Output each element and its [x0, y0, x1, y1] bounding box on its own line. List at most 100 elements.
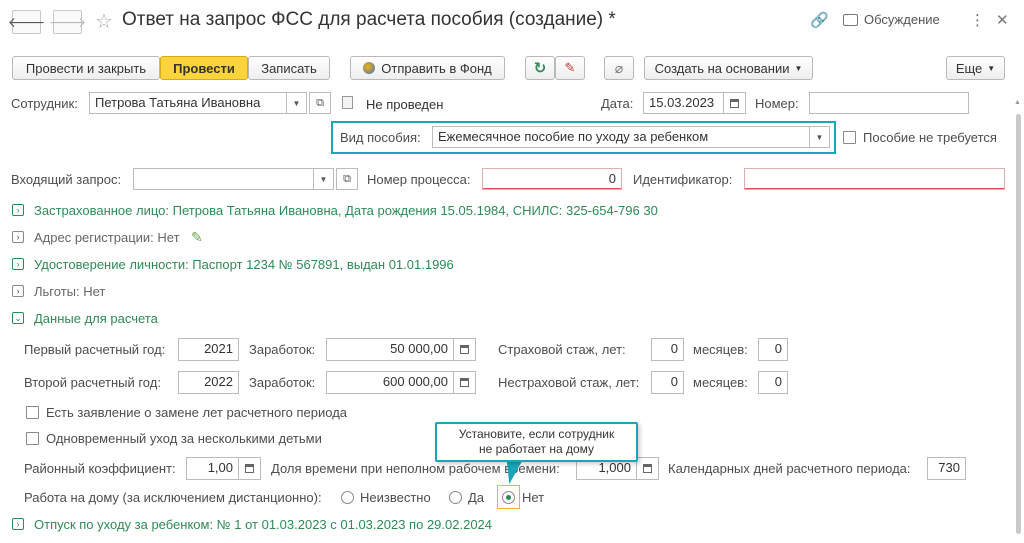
calculator-icon[interactable]	[637, 457, 659, 480]
benefit-type-label: Вид пособия:	[340, 130, 421, 145]
clear-icon: ✎	[564, 60, 576, 75]
collapse-icon[interactable]: ⌄	[12, 312, 24, 324]
calendar-days-label: Календарных дней расчетного периода:	[668, 461, 911, 476]
insured-person-link[interactable]: Застрахованное лицо: Петрова Татьяна Ива…	[34, 203, 658, 219]
attach-button[interactable]: ⌀	[604, 56, 634, 80]
first-year-field[interactable]: 2021	[178, 338, 239, 361]
identifier-field[interactable]	[744, 168, 1005, 190]
employee-open-button[interactable]: ⧉	[309, 92, 331, 114]
regional-coefficient-field[interactable]: 1,00	[186, 457, 239, 480]
calculator-icon[interactable]	[454, 338, 476, 361]
home-work-no-label: Нет	[522, 490, 545, 505]
noninsurance-months-field[interactable]: 0	[758, 371, 788, 394]
home-work-label: Работа на дому (за исключением дистанцио…	[24, 490, 322, 505]
save-button[interactable]: Записать	[248, 56, 330, 80]
identity-document-link[interactable]: Удостоверение личности: Паспорт 1234 № 5…	[34, 257, 454, 273]
back-button[interactable]: 🡐	[8, 10, 45, 34]
number-field[interactable]	[809, 92, 969, 114]
forward-button[interactable]: 🡒	[49, 10, 86, 34]
multiple-children-label: Одновременный уход за несколькими детьми	[46, 431, 322, 446]
refresh-icon: ↻	[533, 60, 547, 77]
insurance-experience-label: Страховой стаж, лет:	[498, 342, 626, 357]
parental-leave-link[interactable]: Отпуск по уходу за ребенком: № 1 от 01.0…	[34, 517, 492, 533]
first-earnings-field[interactable]: 50 000,00	[326, 338, 454, 361]
benefits-link[interactable]: Льготы: Нет	[34, 284, 105, 300]
employee-dropdown-icon[interactable]: ▼	[287, 92, 307, 114]
tooltip-line-1: Установите, если сотрудник	[458, 427, 615, 441]
expand-icon[interactable]: ›	[12, 204, 24, 216]
chat-icon	[843, 13, 858, 26]
send-to-fund-button[interactable]: Отправить в Фонд	[350, 56, 505, 80]
expand-icon[interactable]: ›	[12, 258, 24, 270]
home-work-unknown-label: Неизвестно	[360, 490, 431, 505]
employee-label: Сотрудник:	[11, 96, 78, 111]
benefit-not-required-label: Пособие не требуется	[863, 130, 997, 145]
vertical-scrollbar[interactable]	[1016, 114, 1021, 534]
home-work-yes-label: Да	[468, 490, 485, 505]
more-vertical-icon[interactable]: ⋮	[970, 11, 985, 29]
calendar-icon[interactable]	[724, 92, 746, 114]
discussion-label: Обсуждение	[864, 12, 940, 27]
number-label: Номер:	[755, 96, 799, 111]
earnings-label: Заработок:	[249, 342, 316, 357]
home-work-no-radio[interactable]	[502, 491, 515, 504]
process-number-field[interactable]: 0	[482, 168, 622, 190]
scroll-up-icon[interactable]: ▲	[1014, 99, 1021, 106]
home-work-unknown-radio[interactable]	[341, 491, 354, 504]
create-based-on-label: Создать на основании	[654, 60, 790, 76]
fund-icon	[363, 62, 376, 74]
months-label: месяцев:	[693, 342, 748, 357]
benefit-not-required-checkbox[interactable]	[843, 131, 856, 144]
multiple-children-checkbox[interactable]	[26, 432, 39, 445]
favorite-star-icon[interactable]: ☆	[95, 9, 113, 34]
second-year-field[interactable]: 2022	[178, 371, 239, 394]
paperclip-icon: ⌀	[614, 59, 624, 76]
incoming-request-open-button[interactable]: ⧉	[336, 168, 358, 190]
calc-data-link[interactable]: Данные для расчета	[34, 311, 158, 327]
refresh-button[interactable]: ↻	[525, 56, 555, 80]
post-and-close-button[interactable]: Провести и закрыть	[12, 56, 160, 80]
date-label: Дата:	[601, 96, 634, 111]
tooltip: Установите, если сотрудник не работает н…	[435, 422, 638, 462]
insurance-months-field[interactable]: 0	[758, 338, 788, 361]
replace-years-checkbox[interactable]	[26, 406, 39, 419]
identifier-label: Идентификатор:	[633, 172, 733, 187]
second-earnings-field[interactable]: 600 000,00	[326, 371, 454, 394]
open-icon: ⧉	[316, 96, 324, 109]
calendar-days-field[interactable]: 730	[927, 457, 966, 480]
expand-icon[interactable]: ›	[12, 231, 24, 243]
discussion-button[interactable]: Обсуждение	[843, 12, 940, 27]
employee-field[interactable]: Петрова Татьяна Ивановна	[89, 92, 287, 114]
status-label: Не проведен	[366, 97, 444, 112]
insurance-years-field[interactable]: 0	[651, 338, 684, 361]
earnings-label: Заработок:	[249, 375, 316, 390]
calculator-icon[interactable]	[239, 457, 261, 480]
home-work-yes-radio[interactable]	[449, 491, 462, 504]
link-icon[interactable]: 🔗	[810, 11, 829, 29]
create-based-on-button[interactable]: Создать на основании ▼	[644, 56, 813, 80]
close-icon[interactable]: ✕	[996, 11, 1009, 29]
date-field[interactable]: 15.03.2023	[643, 92, 724, 114]
page-title: Ответ на запрос ФСС для расчета пособия …	[122, 9, 616, 30]
incoming-request-label: Входящий запрос:	[11, 172, 122, 187]
pencil-icon[interactable]: ✎	[191, 229, 203, 246]
registration-address-link[interactable]: Адрес регистрации: Нет	[34, 230, 180, 246]
benefit-type-dropdown-icon[interactable]: ▼	[810, 126, 830, 148]
expand-icon[interactable]: ›	[12, 285, 24, 297]
post-button[interactable]: Провести	[160, 56, 248, 80]
calculator-icon[interactable]	[454, 371, 476, 394]
clear-button[interactable]: ✎	[555, 56, 585, 80]
tooltip-line-2: не работает на дому	[478, 442, 595, 456]
process-number-label: Номер процесса:	[367, 172, 471, 187]
send-to-fund-label: Отправить в Фонд	[381, 60, 492, 76]
benefit-type-field[interactable]: Ежемесячное пособие по уходу за ребенком	[432, 126, 810, 148]
incoming-request-dropdown-icon[interactable]: ▼	[314, 168, 334, 190]
noninsurance-years-field[interactable]: 0	[651, 371, 684, 394]
incoming-request-field[interactable]	[133, 168, 314, 190]
tooltip-pointer	[503, 460, 523, 484]
expand-icon[interactable]: ›	[12, 518, 24, 530]
replace-years-label: Есть заявление о замене лет расчетного п…	[46, 405, 348, 420]
more-button[interactable]: Еще ▼	[946, 56, 1005, 80]
noninsurance-experience-label: Нестраховой стаж, лет:	[498, 375, 640, 390]
document-status-icon	[342, 96, 353, 109]
